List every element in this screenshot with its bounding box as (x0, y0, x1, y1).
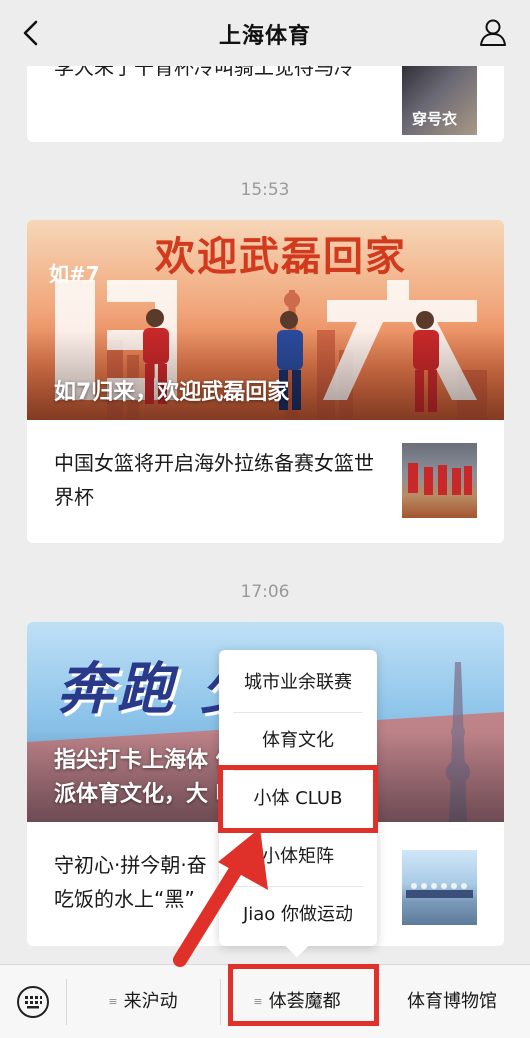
tab-sports-museum[interactable]: 体育博物馆 (374, 965, 530, 1038)
highlight-box-tab (228, 964, 379, 1026)
hero-article[interactable]: 欢迎武磊回家 如#7 如7归来，欢迎武磊回家 (27, 220, 504, 420)
page-title: 上海体育 (218, 24, 311, 49)
article-thumbnail (402, 443, 477, 518)
article-thumbnail: 穿号衣 (402, 60, 477, 135)
timestamp: 17:06 (240, 582, 290, 602)
thumbnail-image (408, 463, 472, 495)
timestamp: 15:53 (240, 180, 290, 200)
profile-icon[interactable] (478, 17, 508, 47)
tab-laihudong[interactable]: ≡ 来沪动 (66, 965, 220, 1038)
annotation-arrow-icon (173, 828, 268, 967)
menu-lines-icon: ≡ (108, 995, 118, 1008)
thumbnail-image (406, 883, 473, 898)
hero-caption-line2: 派体育文化，大 吧 (54, 782, 238, 807)
menu-item-sports-culture[interactable]: 体育文化 (219, 712, 377, 770)
thumbnail-label: 穿号衣 (412, 110, 458, 128)
article-title: 中国女篮将开启海外拉练备赛女篮世界杯 (54, 451, 374, 509)
tab-label: 体育博物馆 (407, 991, 497, 1012)
keyboard-icon[interactable] (16, 985, 50, 1019)
tab-label: 来沪动 (123, 991, 178, 1012)
hero-banner: 欢迎武磊回家 (155, 233, 407, 280)
article-card-group: 欢迎武磊回家 如#7 如7归来，欢迎武磊回家 中国女篮将开启海外拉练备赛女篮世界… (27, 220, 504, 543)
hero-caption: 如7归来，欢迎武磊回家 (54, 380, 290, 405)
top-nav-bar: 上海体育 (0, 0, 530, 66)
menu-item-city-league[interactable]: 城市业余联赛 (219, 654, 377, 712)
article-thumbnail (402, 850, 477, 925)
hero-tag: 如#7 (49, 262, 100, 286)
